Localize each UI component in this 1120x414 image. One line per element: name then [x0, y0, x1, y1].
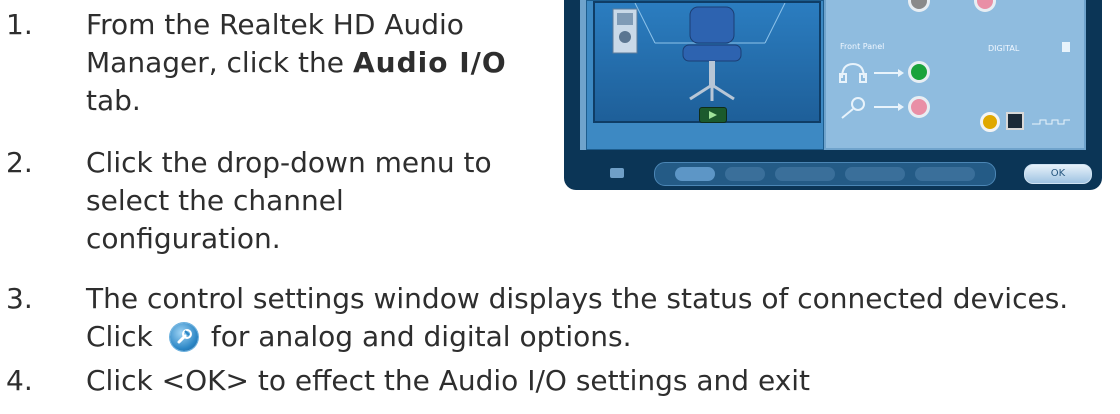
step-3-line-2-start: Click	[86, 320, 162, 353]
room-view	[593, 1, 821, 123]
step-1-line-3: tab.	[86, 84, 141, 117]
step-3-line-1: The control settings window displays the…	[86, 282, 1069, 315]
step-3-line-2-end: for analog and digital options.	[202, 320, 632, 353]
front-headphone-jack[interactable]	[908, 61, 930, 83]
rear-jack-gray[interactable]	[908, 0, 930, 12]
speaker-room-panel	[586, 0, 824, 150]
step-1-line-1: From the Realtek HD Audio	[86, 8, 464, 41]
wrench-icon[interactable]	[170, 323, 198, 351]
coaxial-spdif-jack[interactable]	[980, 112, 1000, 132]
step-4: 4. Click <OK> to effect the Audio I/O se…	[6, 362, 1116, 412]
step-4-number: 4.	[6, 364, 33, 397]
step-3: 3. The control settings window displays …	[6, 280, 1116, 360]
headphone-arrow	[874, 69, 904, 77]
digital-settings-icon[interactable]	[1062, 42, 1070, 52]
step-2-line-2: select the channel	[86, 184, 344, 217]
tab-strip	[654, 162, 996, 186]
optical-spdif-port[interactable]	[1006, 112, 1024, 130]
connector-panel: Front Panel DIGITAL	[826, 0, 1084, 148]
step-1-number: 1.	[6, 8, 33, 41]
step-2-number: 2.	[6, 146, 33, 179]
step-2-line-1: Click the drop-down menu to	[86, 146, 492, 179]
audio-io-tab-name: Audio I/O	[353, 46, 507, 79]
screenshot-frame: Front Panel DIGITAL	[580, 0, 1086, 150]
front-microphone-jack[interactable]	[908, 96, 930, 118]
step-2: 2. Click the drop-down menu to select th…	[6, 144, 566, 264]
tab-audio-io[interactable]	[675, 167, 715, 181]
step-2-line-3: configuration.	[86, 222, 281, 255]
microphone-icon	[841, 97, 865, 119]
digital-signal-icon	[1032, 119, 1070, 125]
ok-button[interactable]: OK	[1024, 164, 1092, 184]
digital-label: DIGITAL	[988, 44, 1020, 53]
tab-2[interactable]	[725, 167, 765, 181]
info-icon[interactable]	[610, 168, 624, 178]
play-button[interactable]	[699, 107, 727, 123]
tab-5[interactable]	[915, 167, 975, 181]
step-1: 1. From the Realtek HD Audio Manager, cl…	[6, 6, 566, 126]
rear-jack-pink[interactable]	[974, 0, 996, 12]
tab-4[interactable]	[845, 167, 905, 181]
tab-3[interactable]	[775, 167, 835, 181]
audio-manager-screenshot: Front Panel DIGITAL OK	[564, 0, 1102, 190]
step-4-line-1: Click <OK> to effect the Audio I/O setti…	[86, 364, 811, 397]
step-3-number: 3.	[6, 282, 33, 315]
headphone-icon	[839, 62, 867, 83]
bottom-toolbar: OK	[564, 160, 1102, 190]
step-1-line-2: Manager, click the	[86, 46, 353, 79]
listener-chair-icon	[612, 2, 786, 101]
microphone-arrow	[874, 103, 904, 111]
front-panel-label: Front Panel	[840, 42, 885, 51]
